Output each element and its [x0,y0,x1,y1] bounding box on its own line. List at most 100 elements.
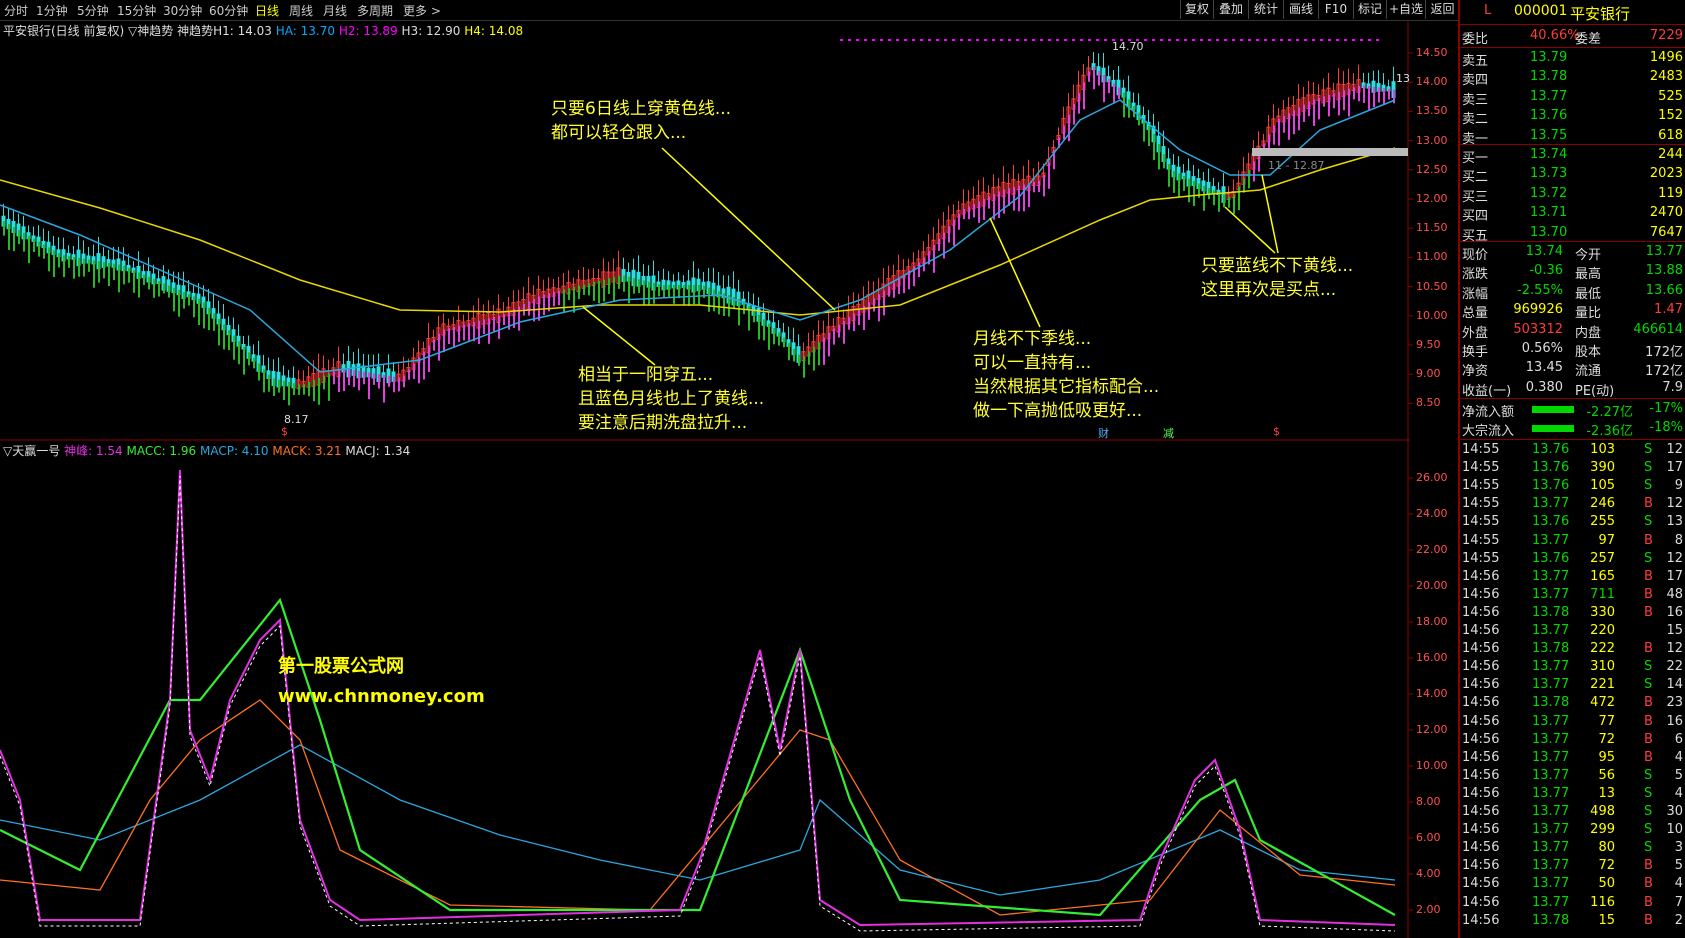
tick-time: 14:55 [1462,514,1500,530]
quote-label: 净资 [1462,364,1489,380]
quote-row: 涨跌 -0.36 最高 13.88 [1460,262,1685,282]
annotation-3-line-1: 月线不下季线... [973,329,1092,349]
tick-row: 14:56 13.77 56 S 5 [1460,767,1685,785]
tick-count: 48 [1666,586,1683,602]
tick-row: 14:55 13.76 390 S 17 [1460,459,1685,477]
bid-row[interactable]: 买二 13.73 2023 [1460,165,1685,185]
tick-volume: 220 [1590,623,1615,638]
tick-price: 13.77 [1532,677,1570,693]
book-price: 13.77 [1530,88,1568,104]
event-marker-dividend-2[interactable]: $ [281,425,288,438]
quote-row: 总量 969926 量比 1.47 [1460,301,1685,321]
tick-price: 13.77 [1532,767,1570,783]
quote-panel: L 000001 平安银行 委比 40.66% 委差 7229 卖五 13.79 1… [1458,0,1685,938]
tick-volume: 77 [1598,713,1615,729]
bid-row[interactable]: 买一 13.74 244 [1460,146,1685,166]
tick-volume: 246 [1590,496,1615,512]
tick-volume: 56 [1598,767,1615,783]
quote-label: 最低 [1575,286,1602,302]
book-price: 13.74 [1530,147,1568,162]
bid-row[interactable]: 买四 13.71 2470 [1460,204,1685,224]
tick-row: 14:55 13.76 103 S 12 [1460,441,1685,459]
tick-price: 13.77 [1532,532,1570,548]
tick-count: 2 [1674,912,1683,928]
tick-volume: 255 [1590,514,1615,530]
tick-direction: B [1644,568,1653,584]
weibi-label: 委比 [1462,32,1489,47]
book-volume: 525 [1658,88,1683,104]
tick-volume: 105 [1590,478,1615,494]
tick-time: 14:56 [1462,858,1500,874]
annotation-1-line-1: 只要6日线上穿黄色线... [551,99,732,119]
divider [1460,439,1685,440]
tick-direction: B [1644,496,1653,512]
tick-price: 13.77 [1532,713,1570,729]
tick-count: 22 [1666,659,1683,675]
quote-value: 172亿 [1645,345,1683,360]
shenfeng-value: 神峰: 1.54 [64,444,123,458]
flow-row: 净流入额 -2.27亿 -17% [1460,400,1685,420]
weibi-value: 40.66% [1530,28,1580,43]
book-volume: 244 [1658,147,1683,162]
bid-row[interactable]: 买三 13.72 119 [1460,185,1685,205]
quote-row: 外盘 503312 内盘 466614 [1460,321,1685,341]
tick-direction: S [1644,804,1653,819]
book-volume: 119 [1658,185,1683,201]
high-price-label: 14.70 [1112,40,1144,53]
quote-label: 外盘 [1462,325,1489,341]
tick-price: 13.77 [1532,731,1570,747]
tick-price: 13.78 [1532,912,1570,928]
tick-time: 14:56 [1462,912,1500,928]
ask-row[interactable]: 卖一 13.75 618 [1460,127,1685,147]
tick-count: 14 [1666,677,1683,693]
event-marker-dividend[interactable]: $ [1273,425,1280,438]
flow-label: 大宗流入 [1462,424,1515,440]
watermark-url: www.chnmoney.com [278,686,485,707]
price-tick-label: 12.50 [1416,162,1448,176]
tick-direction: S [1644,840,1653,856]
tick-direction: B [1644,604,1653,620]
book-volume: 618 [1658,127,1683,143]
tick-direction: B [1644,695,1653,711]
divider [1460,398,1685,399]
bid-row[interactable]: 买五 13.70 7647 [1460,224,1685,244]
tick-row: 14:55 13.76 105 S 9 [1460,477,1685,495]
tick-time: 14:55 [1462,550,1500,566]
event-marker-finance[interactable]: 财 [1098,425,1109,441]
tick-time: 14:56 [1462,749,1500,765]
tick-time: 14:56 [1462,677,1500,693]
tick-price: 13.77 [1532,804,1570,819]
indicator-name[interactable]: ▽天赢一号 [3,444,60,458]
tick-time: 14:56 [1462,659,1500,675]
event-marker-reduce[interactable]: 减 [1163,425,1174,441]
tick-time: 14:56 [1462,586,1500,602]
flow-bar [1532,406,1574,413]
book-level-label: 卖三 [1462,92,1489,108]
tick-price: 13.76 [1532,460,1570,476]
tick-count: 9 [1674,478,1683,494]
stock-code: 000001 [1514,3,1568,19]
indicator-tick-label: 22.00 [1416,543,1448,556]
tick-volume: 97 [1598,532,1615,548]
tick-row: 14:56 13.77 13 S 4 [1460,785,1685,803]
indicator-tick-label: 18.00 [1416,615,1448,628]
flow-bar [1532,425,1574,433]
quote-value: 13.77 [1645,244,1683,259]
tick-count: 4 [1674,749,1683,765]
tick-time: 14:56 [1462,731,1500,747]
tick-price: 13.77 [1532,894,1570,910]
tick-direction: B [1644,731,1653,747]
divider [1460,47,1685,48]
ask-row[interactable]: 卖二 13.76 152 [1460,107,1685,127]
weicha-value: 7229 [1649,28,1683,43]
quote-value: 503312 [1513,321,1563,337]
tick-time: 14:55 [1462,478,1500,494]
stock-header: L 000001 平安银行 [1460,2,1685,23]
quote-row: 收益(一) 0.380 PE(动) 7.9 [1460,379,1685,399]
tick-time: 14:56 [1462,840,1500,856]
ask-row[interactable]: 卖五 13.79 1496 [1460,49,1685,69]
price-tick-label: 12.00 [1416,192,1448,205]
right-edge-label: 13 [1396,72,1410,85]
ask-row[interactable]: 卖三 13.77 525 [1460,88,1685,108]
ask-row[interactable]: 卖四 13.78 2483 [1460,68,1685,88]
